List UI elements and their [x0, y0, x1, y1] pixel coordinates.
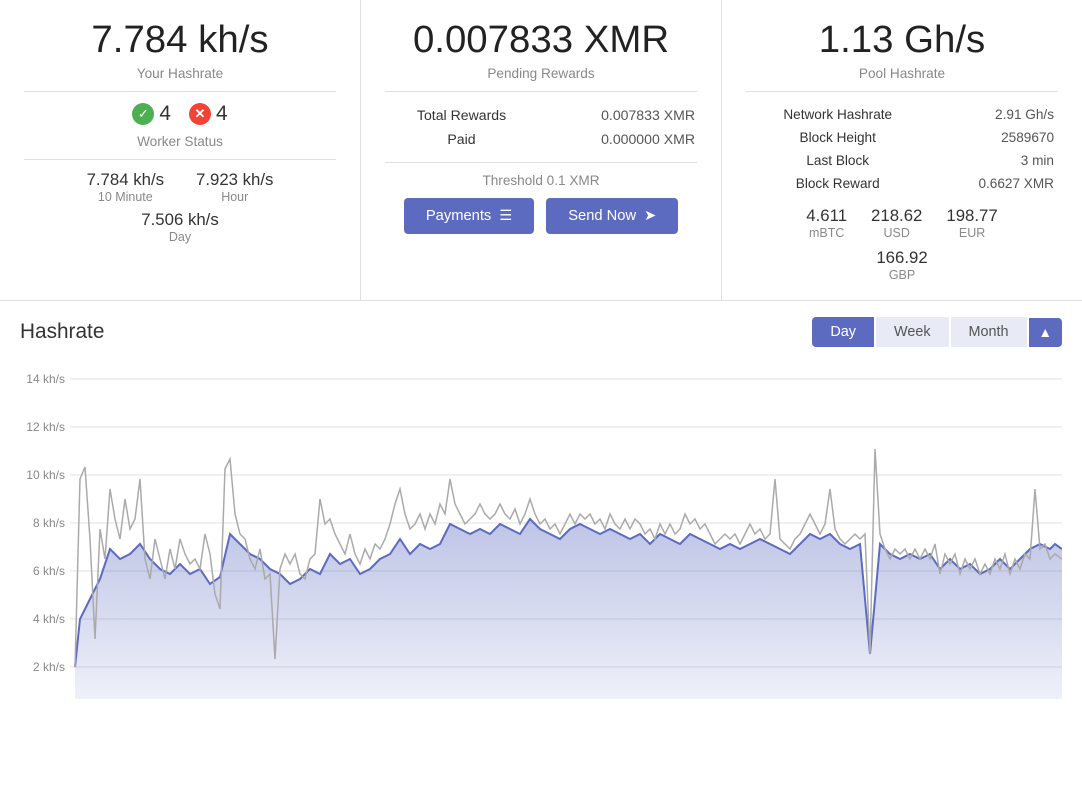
hashrate-main-value: 7.784 kh/s: [24, 18, 336, 62]
last-block-value: 3 min: [929, 150, 1056, 171]
payments-button[interactable]: Payments ☰: [404, 198, 534, 234]
tab-day[interactable]: Day: [812, 317, 874, 347]
paid-value: 0.000000 XMR: [538, 128, 695, 150]
price-mbtc-label: mBTC: [806, 226, 847, 240]
payments-label: Payments: [426, 208, 491, 224]
hashrate-chart: 14 kh/s 12 kh/s 10 kh/s 8 kh/s 6 kh/s 4 …: [20, 359, 1062, 719]
block-height-value: 2589670: [929, 127, 1056, 148]
action-buttons: Payments ☰ Send Now ➤: [385, 198, 697, 234]
workers-online-count: 4: [159, 102, 171, 126]
pool-main-value: 1.13 Gh/s: [746, 18, 1058, 62]
total-rewards-row: Total Rewards 0.007833 XMR: [387, 104, 695, 126]
rate-hour: 7.923 kh/s Hour: [196, 170, 273, 204]
rate-day-value: 7.506 kh/s: [24, 210, 336, 230]
workers-offline-count: 4: [216, 102, 228, 126]
block-reward-row: Block Reward 0.6627 XMR: [748, 173, 1056, 194]
total-rewards-label: Total Rewards: [387, 104, 536, 126]
block-height-label: Block Height: [748, 127, 927, 148]
price-eur-label: EUR: [946, 226, 997, 240]
price-grid: 4.611 mBTC 218.62 USD 198.77 EUR: [746, 206, 1058, 240]
svg-text:12 kh/s: 12 kh/s: [26, 420, 65, 434]
price-mbtc: 4.611 mBTC: [806, 206, 847, 240]
price-eur: 198.77 EUR: [946, 206, 997, 240]
paid-row: Paid 0.000000 XMR: [387, 128, 695, 150]
send-now-label: Send Now: [568, 208, 636, 224]
network-hashrate-row: Network Hashrate 2.91 Gh/s: [748, 104, 1056, 125]
rate-day: 7.506 kh/s Day: [24, 210, 336, 244]
hashrate-subtitle: Your Hashrate: [24, 66, 336, 81]
block-reward-label: Block Reward: [748, 173, 927, 194]
block-reward-value: 0.6627 XMR: [929, 173, 1056, 194]
chart-title: Hashrate: [20, 320, 104, 344]
svg-text:2 kh/s: 2 kh/s: [33, 660, 65, 674]
x-icon: ✕: [189, 103, 211, 125]
chart-controls: Day Week Month ▲: [812, 317, 1062, 347]
svg-text:10 kh/s: 10 kh/s: [26, 468, 65, 482]
pool-card: 1.13 Gh/s Pool Hashrate Network Hashrate…: [722, 0, 1082, 300]
hashrate-rates-row: 7.784 kh/s 10 Minute 7.923 kh/s Hour: [24, 170, 336, 204]
price-usd-label: USD: [871, 226, 922, 240]
rate-hour-label: Hour: [196, 190, 273, 204]
block-height-row: Block Height 2589670: [748, 127, 1056, 148]
rate-10min: 7.784 kh/s 10 Minute: [87, 170, 164, 204]
last-block-row: Last Block 3 min: [748, 150, 1056, 171]
rewards-subtitle: Pending Rewards: [385, 66, 697, 81]
rewards-table: Total Rewards 0.007833 XMR Paid 0.000000…: [385, 102, 697, 152]
worker-status-row: ✓ 4 ✕ 4: [24, 102, 336, 126]
chart-container: 14 kh/s 12 kh/s 10 kh/s 8 kh/s 6 kh/s 4 …: [0, 359, 1082, 719]
workers-offline-badge: ✕ 4: [189, 102, 228, 126]
price-gbp-value: 166.92: [746, 248, 1058, 268]
pool-subtitle: Pool Hashrate: [746, 66, 1058, 81]
chart-section: Hashrate Day Week Month ▲ 14 kh/s 12 kh/…: [0, 301, 1082, 719]
price-usd-value: 218.62: [871, 206, 922, 226]
rewards-card: 0.007833 XMR Pending Rewards Total Rewar…: [361, 0, 722, 300]
tab-week[interactable]: Week: [876, 317, 949, 347]
rate-hour-value: 7.923 kh/s: [196, 170, 273, 190]
payments-icon: ☰: [499, 208, 512, 224]
rewards-main-value: 0.007833 XMR: [385, 18, 697, 62]
send-icon: ➤: [644, 208, 656, 224]
workers-online-badge: ✓ 4: [132, 102, 171, 126]
tab-month[interactable]: Month: [951, 317, 1027, 347]
network-hashrate-value: 2.91 Gh/s: [929, 104, 1056, 125]
price-usd: 218.62 USD: [871, 206, 922, 240]
worker-status-label: Worker Status: [24, 134, 336, 149]
threshold-text: Threshold 0.1 XMR: [385, 173, 697, 188]
rate-10min-label: 10 Minute: [87, 190, 164, 204]
price-eur-value: 198.77: [946, 206, 997, 226]
pool-stats-table: Network Hashrate 2.91 Gh/s Block Height …: [746, 102, 1058, 196]
last-block-label: Last Block: [748, 150, 927, 171]
chart-header: Hashrate Day Week Month ▲: [0, 317, 1082, 359]
network-hashrate-label: Network Hashrate: [748, 104, 927, 125]
chevron-up-button[interactable]: ▲: [1029, 318, 1062, 347]
rate-10min-value: 7.784 kh/s: [87, 170, 164, 190]
total-rewards-value: 0.007833 XMR: [538, 104, 695, 126]
paid-label: Paid: [387, 128, 536, 150]
price-gbp-label: GBP: [746, 268, 1058, 282]
rate-day-label: Day: [24, 230, 336, 244]
price-gbp: 166.92 GBP: [746, 248, 1058, 282]
send-now-button[interactable]: Send Now ➤: [546, 198, 678, 234]
svg-text:8 kh/s: 8 kh/s: [33, 516, 65, 530]
check-icon: ✓: [132, 103, 154, 125]
svg-text:14 kh/s: 14 kh/s: [26, 372, 65, 386]
svg-text:4 kh/s: 4 kh/s: [33, 612, 65, 626]
svg-text:6 kh/s: 6 kh/s: [33, 564, 65, 578]
price-mbtc-value: 4.611: [806, 206, 847, 226]
hashrate-card: 7.784 kh/s Your Hashrate ✓ 4 ✕ 4 Worker …: [0, 0, 361, 300]
